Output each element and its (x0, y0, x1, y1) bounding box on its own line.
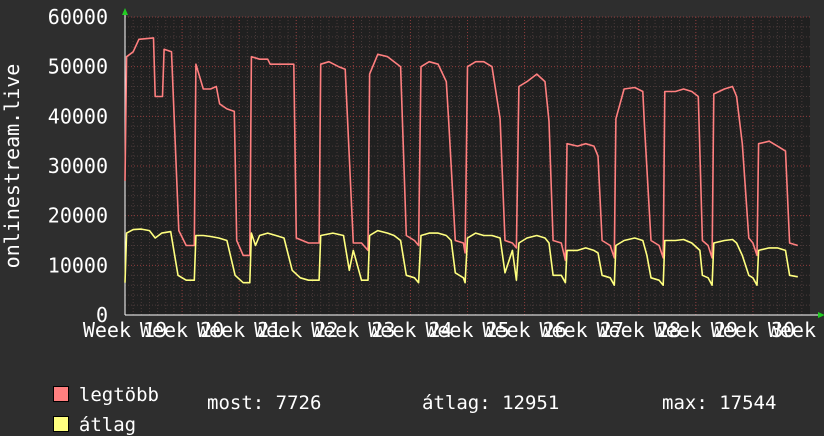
stat-maximum: max: 17544 (662, 392, 777, 414)
stat-average: átlag: 12951 (422, 392, 560, 414)
y-tick-label: 50000 (48, 55, 108, 79)
y-tick-label: 60000 (48, 5, 108, 29)
y-axis-label: onlinestream.live (0, 64, 24, 269)
stat-current: most: 7726 (207, 392, 322, 414)
y-tick-label: 40000 (48, 104, 108, 128)
legend-avg-label: átlag (78, 414, 137, 436)
y-tick-label: 20000 (48, 204, 108, 228)
x-tick-label: Week 31 (768, 318, 824, 342)
y-tick-label: 10000 (48, 253, 108, 277)
legend-avg: átlag (30, 392, 136, 436)
y-tick-label: 30000 (48, 154, 108, 178)
y-axis-arrow (122, 8, 128, 15)
